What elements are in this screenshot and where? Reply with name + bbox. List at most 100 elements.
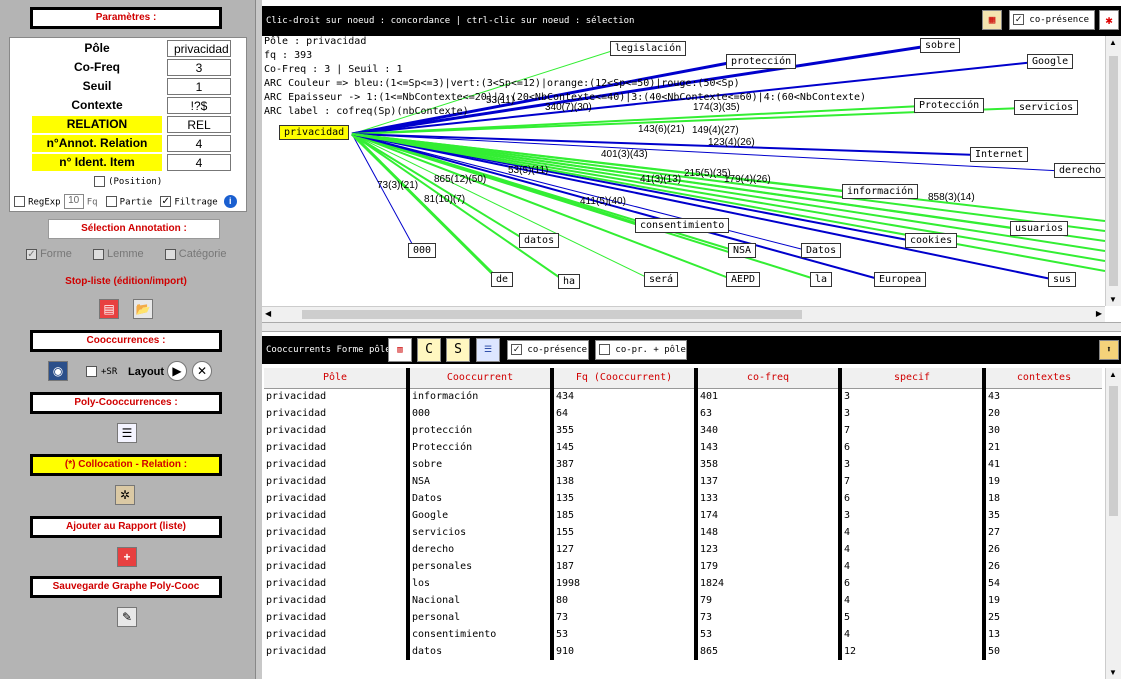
ident-item-input[interactable] [167, 154, 231, 171]
table-row[interactable]: privacidad consentimiento 53 53 4 13 [264, 626, 1102, 643]
table-row[interactable]: privacidad Protección 145 143 6 21 [264, 439, 1102, 456]
rapport-title-box[interactable]: Ajouter au Rapport (liste) [30, 516, 222, 538]
graph-node[interactable]: 000 [408, 243, 437, 258]
table-scroll-down-icon[interactable]: ▼ [1109, 668, 1117, 677]
graph-hscroll[interactable]: ◀ ▶ [262, 306, 1105, 322]
graph-node[interactable]: Google [1027, 54, 1074, 69]
graph-vscroll[interactable]: ▲ ▼ [1105, 36, 1121, 306]
stoplist-import-icon[interactable]: 📂 [133, 299, 153, 319]
cofreq-input[interactable] [167, 59, 231, 76]
col-header-fq[interactable]: Fq (Cooccurrent) [550, 368, 696, 389]
graph-node[interactable]: información [842, 184, 919, 199]
forme-checkbox[interactable]: ✓ [26, 248, 37, 260]
info-icon[interactable]: i [223, 195, 237, 208]
graph-node[interactable]: consentimiento [635, 218, 730, 233]
table-row[interactable]: privacidad protección 355 340 7 30 [264, 422, 1102, 439]
layout-play-icon[interactable]: ▶ [167, 361, 187, 381]
graph-scroll-up-icon[interactable]: ▲ [1109, 38, 1117, 47]
table-s-icon[interactable]: S [446, 338, 470, 362]
table-row[interactable]: privacidad NSA 138 137 7 19 [264, 473, 1102, 490]
col-header-cooccurrent[interactable]: Cooccurrent [406, 368, 552, 389]
contexte-input[interactable] [167, 97, 231, 114]
table-vscroll[interactable]: ▲ ▼ [1105, 368, 1121, 679]
graph-vscroll-thumb[interactable] [1109, 56, 1118, 286]
table-row[interactable]: privacidad derecho 127 123 4 26 [264, 541, 1102, 558]
graph-node[interactable]: sobre [920, 38, 961, 53]
table-row[interactable]: privacidad datos 910 865 12 50 [264, 643, 1102, 660]
graph-color-icon[interactable]: ✱ [1099, 10, 1119, 30]
graph-node[interactable]: usuarios [1010, 221, 1069, 236]
graph-scroll-down-icon[interactable]: ▼ [1109, 295, 1117, 304]
position-checkbox[interactable] [94, 175, 105, 187]
table-row[interactable]: privacidad Google 185 174 3 35 [264, 507, 1102, 524]
table-row[interactable]: privacidad información 434 401 3 43 [264, 388, 1102, 405]
layout-stop-icon[interactable]: ✕ [192, 361, 212, 381]
relation-input[interactable] [167, 116, 231, 133]
annot-relation-input[interactable] [167, 135, 231, 152]
table-row[interactable]: privacidad sobre 387 358 3 41 [264, 456, 1102, 473]
graph-node[interactable]: legislación [610, 41, 687, 56]
table-row[interactable]: privacidad Nacional 80 79 4 19 [264, 592, 1102, 609]
graph-node[interactable]: Internet [970, 147, 1029, 162]
table-copresence-toggle[interactable]: ✓ co-présence [507, 340, 589, 360]
graph-scroll-left-icon[interactable]: ◀ [265, 309, 271, 318]
graph-node[interactable]: AEPD [726, 272, 761, 287]
table-row[interactable]: privacidad personales 187 179 4 26 [264, 558, 1102, 575]
graph-node[interactable]: datos [519, 233, 560, 248]
graph-node[interactable]: servicios [1014, 100, 1079, 115]
graph-node[interactable]: ha [558, 274, 581, 289]
graph-node[interactable]: Europea [874, 272, 927, 287]
table-chart-icon[interactable]: ▥ [388, 338, 412, 362]
graph-node[interactable]: derecho [1054, 163, 1105, 178]
graph-scroll-right-icon[interactable]: ▶ [1096, 309, 1102, 318]
table-row[interactable]: privacidad personal 73 73 5 25 [264, 609, 1102, 626]
cooc-run-icon[interactable]: ◉ [48, 361, 68, 381]
cooc-title-box[interactable]: Cooccurrences : [30, 330, 222, 352]
graph-node[interactable]: de [491, 272, 514, 287]
table-scroll-up-icon[interactable]: ▲ [1109, 370, 1117, 379]
graph-node[interactable]: sus [1048, 272, 1077, 287]
seuil-input[interactable] [167, 78, 231, 95]
lemme-checkbox[interactable] [92, 248, 104, 260]
col-header-specif[interactable]: specif [838, 368, 984, 389]
polycooc-tree-icon[interactable]: ☰ [117, 423, 137, 443]
stoplist-edit-icon[interactable]: ▤ [99, 299, 119, 319]
graph-node[interactable]: Protección [914, 98, 985, 113]
table-list-icon[interactable]: ☰ [476, 338, 500, 362]
graph-node[interactable]: será [644, 272, 679, 287]
col-header-pole[interactable]: Pôle [264, 368, 408, 389]
col-header-contextes[interactable]: contextes [982, 368, 1102, 389]
table-vscroll-thumb[interactable] [1109, 386, 1118, 516]
sr-checkbox[interactable] [86, 366, 97, 377]
categorie-checkbox[interactable] [164, 248, 176, 260]
graph-node[interactable]: Datos [801, 243, 842, 258]
collocation-title-box[interactable]: (*) Collocation - Relation : [30, 454, 222, 476]
graph-copresence-checkbox[interactable]: ✓ [1013, 14, 1024, 25]
fq-input[interactable]: 10 [63, 194, 84, 209]
pole-input[interactable] [167, 40, 231, 57]
table-c-icon[interactable]: C [417, 338, 441, 362]
graph-copresence-toggle[interactable]: ✓ co-présence [1009, 10, 1095, 30]
regexp-checkbox[interactable] [14, 196, 25, 207]
add-report-icon[interactable]: + [117, 547, 137, 567]
collocation-network-icon[interactable]: ✲ [115, 485, 135, 505]
graph-node[interactable]: protección [726, 54, 797, 69]
table-row[interactable]: privacidad servicios 155 148 4 27 [264, 524, 1102, 541]
save-graph-icon[interactable]: ✎ [117, 607, 137, 627]
graph-canvas[interactable]: Pôle : privacidad fq : 393 Co-Freq : 3 |… [262, 36, 1105, 306]
table-row[interactable]: privacidad 000 64 63 3 20 [264, 405, 1102, 422]
graph-node[interactable]: NSA [728, 243, 757, 258]
splitter[interactable] [262, 322, 1121, 332]
table-export-icon[interactable]: ⬆ [1099, 340, 1119, 360]
table-row[interactable]: privacidad los 1998 1824 6 54 [264, 575, 1102, 592]
graph-hscroll-thumb[interactable] [302, 310, 802, 319]
partie-checkbox[interactable] [105, 196, 117, 207]
filtrage-checkbox[interactable]: ✓ [160, 196, 172, 207]
sauvegarde-title-box[interactable]: Sauvegarde Graphe Poly-Cooc [30, 576, 222, 598]
pole-node[interactable]: privacidad [279, 125, 350, 140]
graph-node[interactable]: cookies [905, 233, 958, 248]
col-header-cofreq[interactable]: co-freq [694, 368, 840, 389]
table-row[interactable]: privacidad Datos 135 133 6 18 [264, 490, 1102, 507]
table-copr-pole-checkbox[interactable] [599, 344, 610, 355]
graph-node[interactable]: la [810, 272, 833, 287]
